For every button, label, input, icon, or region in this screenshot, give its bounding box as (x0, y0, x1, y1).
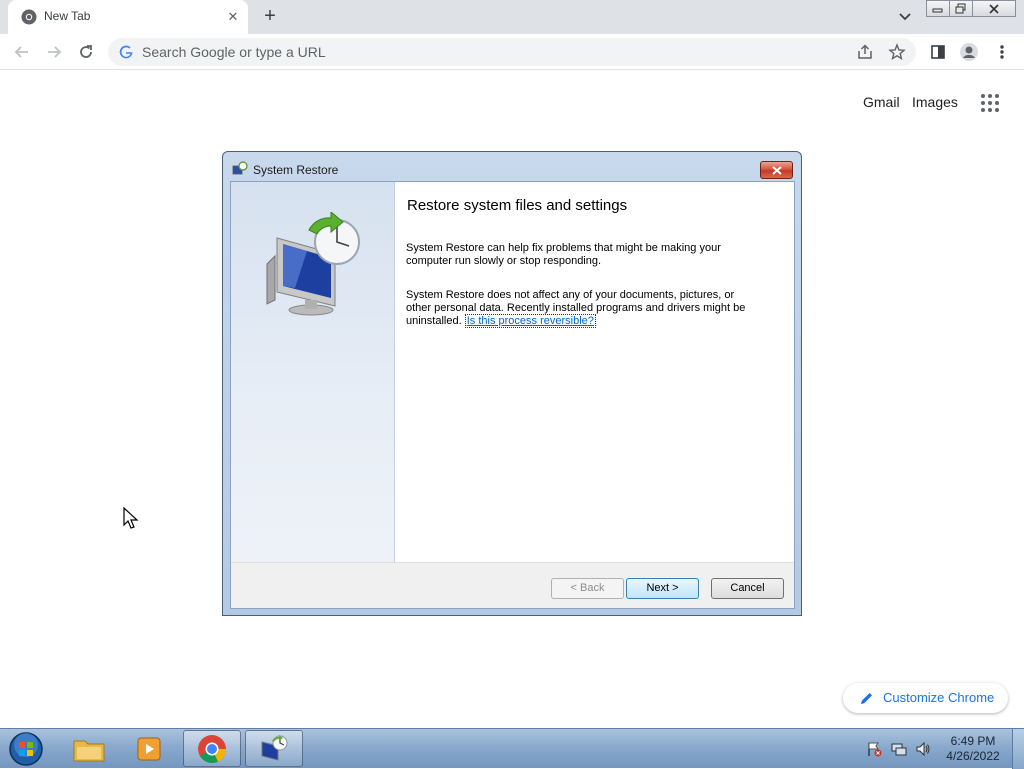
tab-strip: New Tab ✕ + (0, 0, 1024, 34)
restore-icon (955, 3, 966, 14)
reload-button[interactable] (74, 40, 98, 64)
reload-icon (80, 45, 92, 58)
system-restore-icon (261, 734, 288, 761)
side-panel-button[interactable] (926, 40, 950, 64)
window-controls (926, 0, 1016, 17)
system-clock[interactable]: 6:49 PM 4/26/2022 (938, 734, 1008, 764)
network-icon[interactable] (891, 741, 907, 757)
new-tab-button[interactable]: + (258, 5, 282, 29)
customize-chrome-label: Customize Chrome (883, 690, 995, 705)
mouse-cursor-icon (123, 507, 139, 529)
bookmark-star-icon[interactable] (888, 43, 906, 61)
back-button[interactable] (10, 40, 34, 64)
dialog-heading: Restore system files and settings (407, 197, 628, 214)
back-button[interactable]: < Back (551, 578, 624, 599)
forward-button[interactable] (42, 40, 66, 64)
system-restore-icon (232, 161, 248, 175)
start-button[interactable] (6, 731, 46, 767)
close-window-button[interactable] (972, 0, 1016, 17)
side-panel-icon (931, 45, 945, 59)
taskbar-chrome[interactable] (183, 730, 241, 767)
dialog-description-2: System Restore does not affect any of yo… (406, 289, 756, 328)
menu-button[interactable] (990, 40, 1014, 64)
dialog-footer: < Back Next > Cancel (231, 562, 794, 608)
close-icon (989, 3, 999, 14)
dialog-body: Restore system files and settings System… (230, 181, 795, 609)
clock-time: 6:49 PM (950, 734, 996, 748)
folder-icon (73, 740, 105, 761)
tab-new-tab[interactable]: New Tab ✕ (8, 0, 248, 34)
taskbar-media-player[interactable] (120, 730, 178, 767)
taskbar: 6:49 PM 4/26/2022 (0, 728, 1024, 769)
dialog-close-button[interactable] (760, 161, 793, 179)
cancel-button[interactable]: Cancel (711, 578, 784, 599)
reversible-help-link[interactable]: Is this process reversible? (464, 314, 596, 328)
kebab-menu-icon (1000, 45, 1004, 59)
minimize-button[interactable] (926, 0, 950, 17)
restore-button[interactable] (949, 0, 973, 17)
gmail-link[interactable]: Gmail (863, 94, 900, 110)
browser-toolbar: Search Google or type a URL (0, 34, 1024, 70)
arrow-left-icon (14, 46, 28, 58)
close-icon (771, 165, 782, 175)
share-icon[interactable] (856, 43, 874, 61)
system-restore-dialog: System Restore Restore system files and … (222, 151, 802, 616)
avatar-icon (960, 43, 978, 61)
next-button[interactable]: Next > (626, 578, 699, 599)
customize-chrome-button[interactable]: Customize Chrome (843, 683, 1008, 713)
taskbar-system-restore[interactable] (245, 730, 303, 767)
minimize-icon (932, 8, 943, 12)
chevron-down-icon[interactable] (895, 8, 915, 26)
taskbar-explorer[interactable] (60, 730, 118, 767)
volume-icon[interactable] (915, 741, 931, 757)
chrome-icon (198, 734, 226, 763)
chrome-icon (21, 9, 37, 25)
profile-button[interactable] (957, 40, 981, 64)
images-link[interactable]: Images (912, 94, 958, 110)
close-tab-icon[interactable]: ✕ (224, 8, 242, 26)
arrow-right-icon (48, 46, 62, 58)
media-player-icon (137, 737, 161, 760)
show-desktop-button[interactable] (1012, 729, 1024, 769)
google-apps-icon[interactable] (980, 93, 1000, 113)
pencil-icon (861, 693, 872, 704)
dialog-title: System Restore (253, 163, 339, 177)
tab-title: New Tab (44, 9, 91, 23)
address-placeholder: Search Google or type a URL (142, 44, 326, 60)
system-restore-hero-icon (266, 212, 360, 316)
dialog-side-panel (231, 182, 395, 562)
dialog-description-1: System Restore can help fix problems tha… (406, 242, 721, 267)
clock-date: 4/26/2022 (946, 749, 1000, 763)
google-icon (119, 45, 133, 59)
address-bar[interactable]: Search Google or type a URL (108, 38, 916, 66)
action-center-flag-icon[interactable] (866, 741, 882, 757)
